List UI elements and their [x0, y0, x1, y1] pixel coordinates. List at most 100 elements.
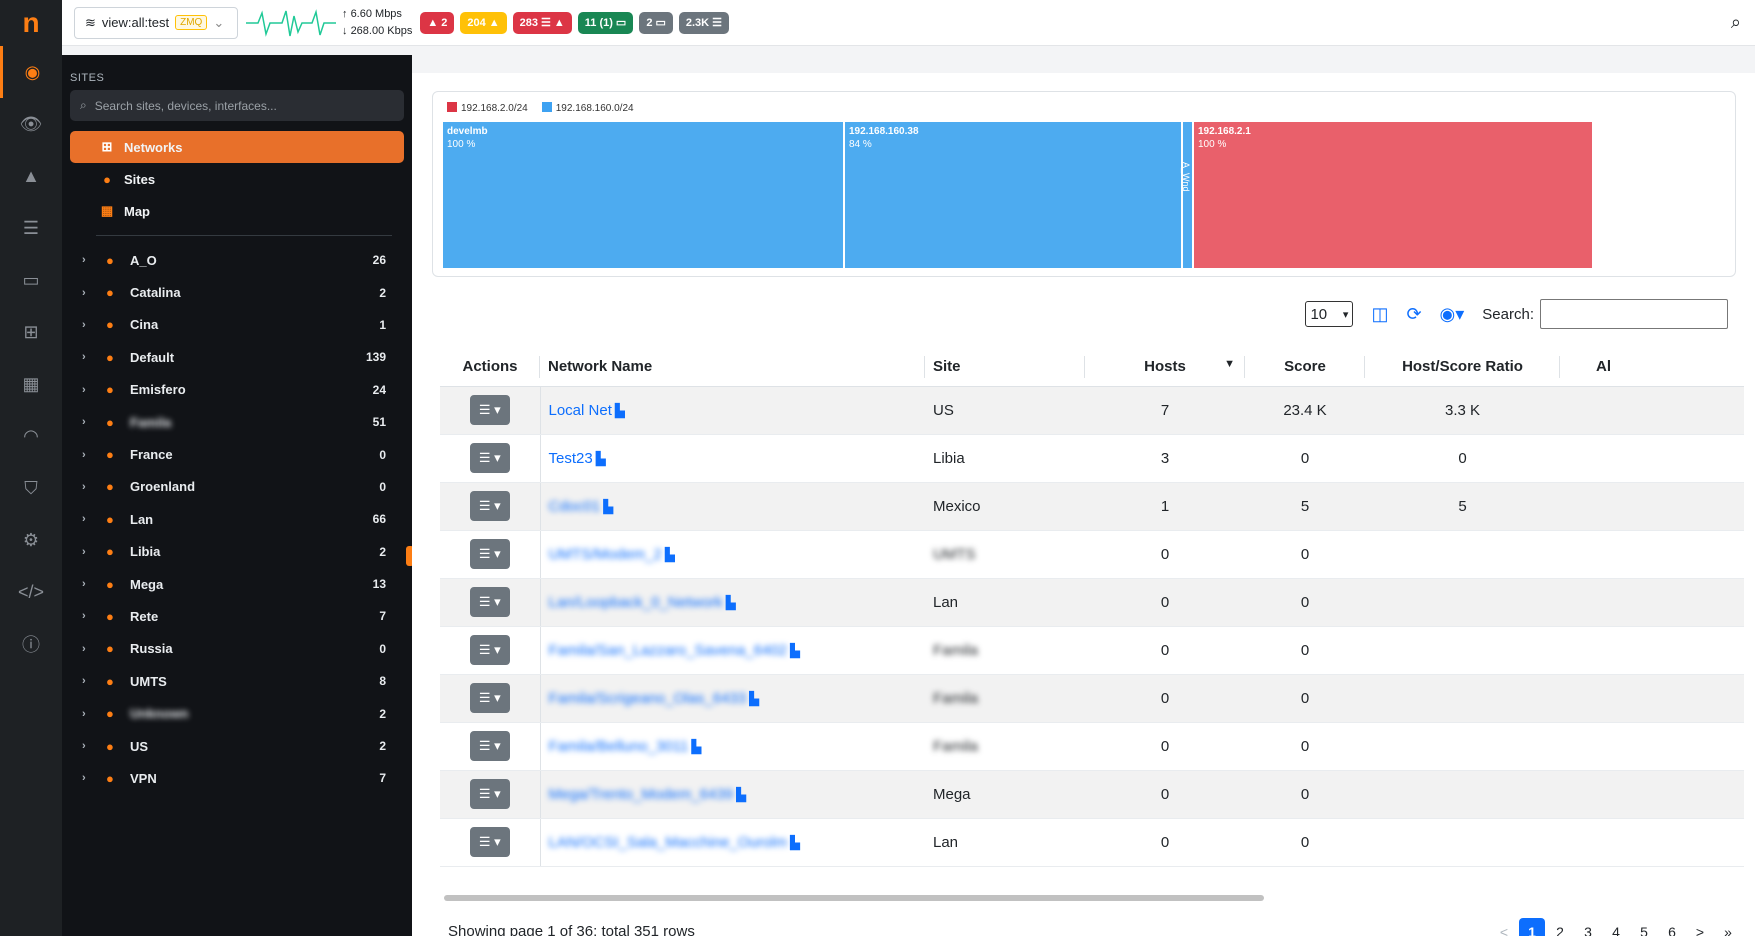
search-icon[interactable]: ⌕ [1731, 12, 1741, 33]
column-header-network-name[interactable]: Network Name [540, 348, 925, 387]
actions-dropdown-button[interactable]: ☰ ▾ [469, 731, 510, 761]
prev-page-button[interactable]: < [1491, 918, 1517, 936]
network-link[interactable]: LAN/OCSI_Sala_Macchine_Ourolm [549, 834, 787, 851]
chart-area-icon[interactable]: ▙ [596, 451, 606, 466]
network-link[interactable]: Test23 [549, 450, 593, 467]
actions-dropdown-button[interactable]: ☰ ▾ [469, 587, 510, 617]
column-header-actions[interactable]: Actions [440, 348, 540, 387]
chart-area-icon[interactable]: ▙ [736, 787, 746, 802]
treemap-cell[interactable]: develmb 100 % [443, 122, 843, 268]
code-icon[interactable]: </> [0, 566, 62, 618]
chevron-right-icon[interactable]: › [82, 416, 96, 428]
engaged-alerts-badge[interactable]: ▲ 2 [420, 11, 455, 34]
chevron-right-icon[interactable]: › [82, 740, 96, 752]
laptop-icon[interactable]: ▭ [0, 254, 62, 306]
flow-alerts-badge[interactable]: 283 ☰ ▲ [512, 11, 572, 34]
sidebar-site-item[interactable]: › ● VPN 7 [62, 762, 412, 794]
column-header-site[interactable]: Site [925, 348, 1085, 387]
chevron-right-icon[interactable]: › [82, 351, 96, 363]
columns-icon[interactable]: ◫ [1371, 304, 1388, 325]
sidebar-site-item[interactable]: › ● Rete 7 [62, 600, 412, 632]
sidebar-site-item[interactable]: › ● Unknown 2 [62, 697, 412, 729]
warning-alerts-badge[interactable]: 204 ▲ [460, 11, 507, 34]
chevron-right-icon[interactable]: › [82, 643, 96, 655]
sidebar-item-sites[interactable]: ● Sites [70, 163, 404, 195]
alert-icon[interactable]: ▲ [0, 150, 62, 202]
chevron-right-icon[interactable]: › [82, 546, 96, 558]
page-button[interactable]: 4 [1603, 918, 1629, 936]
column-header-hosts[interactable]: Hosts ▼ [1085, 348, 1245, 387]
treemap-cell[interactable]: 192.168.2.1 100 % [1194, 122, 1592, 268]
sidebar-site-item[interactable]: › ● Emisfero 24 [62, 374, 412, 406]
page-button[interactable]: 5 [1631, 918, 1657, 936]
refresh-icon[interactable]: ⟳ [1406, 304, 1421, 325]
traffic-sparkline[interactable] [246, 8, 336, 38]
shield-icon[interactable]: ⛉ [0, 462, 62, 514]
map-icon[interactable]: ▦ [0, 358, 62, 410]
chevron-right-icon[interactable]: › [82, 513, 96, 525]
eye-icon[interactable]: 👁 [0, 98, 62, 150]
last-page-button[interactable]: » [1715, 918, 1741, 936]
chevron-right-icon[interactable]: › [82, 449, 96, 461]
list-icon[interactable]: ☰ [0, 202, 62, 254]
actions-dropdown-button[interactable]: ☰ ▾ [469, 635, 510, 665]
interface-selector[interactable]: ≋ view:all:test ZMQ ⌄ [74, 6, 238, 39]
chevron-right-icon[interactable]: › [82, 287, 96, 299]
column-header-alerts[interactable]: Al [1560, 348, 1744, 387]
chart-area-icon[interactable]: ▙ [615, 403, 625, 418]
chevron-right-icon[interactable]: › [82, 384, 96, 396]
page-button[interactable]: 2 [1547, 918, 1573, 936]
actions-dropdown-button[interactable]: ☰ ▾ [469, 683, 510, 713]
sidebar-site-item[interactable]: › ● UMTS 8 [62, 665, 412, 697]
chevron-right-icon[interactable]: › [82, 675, 96, 687]
devices-badge[interactable]: 2 ▭ [639, 11, 673, 34]
actions-dropdown-button[interactable]: ☰ ▾ [469, 395, 510, 425]
network-link[interactable]: Famila/Belluno_3011 [549, 738, 689, 755]
sidebar-search-input[interactable]: ⌕ Search sites, devices, interfaces... [70, 90, 404, 121]
chart-area-icon[interactable]: ▙ [790, 835, 800, 850]
sidebar-site-item[interactable]: › ● Groenland 0 [62, 471, 412, 503]
chevron-right-icon[interactable]: › [82, 481, 96, 493]
actions-dropdown-button[interactable]: ☰ ▾ [469, 827, 510, 857]
page-button[interactable]: 3 [1575, 918, 1601, 936]
chevron-right-icon[interactable]: › [82, 319, 96, 331]
actions-dropdown-button[interactable]: ☰ ▾ [469, 443, 510, 473]
chart-area-icon[interactable]: ▙ [603, 499, 613, 514]
chart-area-icon[interactable]: ▙ [665, 547, 675, 562]
page-size-select[interactable]: 10 ▾ [1305, 301, 1354, 327]
chevron-right-icon[interactable]: › [82, 708, 96, 720]
column-header-host-score-ratio[interactable]: Host/Score Ratio [1365, 348, 1560, 387]
sidebar-site-item[interactable]: › ● Catalina 2 [62, 276, 412, 308]
flows-badge[interactable]: 2.3K ☰ [678, 11, 729, 34]
active-hosts-badge[interactable]: 11 (1) ▭ [577, 11, 634, 34]
dashboard-gauge-icon[interactable]: ◠ [0, 410, 62, 462]
network-link[interactable]: Mega/Trento_Modem_6439 [549, 786, 734, 803]
horizontal-scrollbar[interactable] [444, 895, 1264, 901]
table-search-input[interactable] [1540, 299, 1728, 329]
sidebar-item-networks[interactable]: ⊞ Networks [70, 131, 404, 163]
chevron-right-icon[interactable]: › [82, 254, 96, 266]
sidebar-site-item[interactable]: › ● Lan 66 [62, 503, 412, 535]
sidebar-site-item[interactable]: › ● France 0 [62, 438, 412, 470]
treemap-cell[interactable]: 192.168.160.38 84 % [845, 122, 1181, 268]
gear-icon[interactable]: ⚙ [0, 514, 62, 566]
sidebar-site-item[interactable]: › ● US 2 [62, 730, 412, 762]
chart-area-icon[interactable]: ▙ [790, 643, 800, 658]
network-link[interactable]: Lan/Loopback_0_Network [549, 594, 723, 611]
chevron-right-icon[interactable]: › [82, 772, 96, 784]
sitemap-icon[interactable]: ⊞ [0, 306, 62, 358]
info-icon[interactable]: ⓘ [0, 618, 62, 670]
network-link[interactable]: Famila/San_Lazzaro_Savena_6402 [549, 642, 788, 659]
network-link[interactable]: UMTS/Modem_2 [549, 546, 662, 563]
page-button[interactable]: 1 [1519, 918, 1545, 936]
chevron-right-icon[interactable]: › [82, 610, 96, 622]
network-link[interactable]: Famila/Scrigeano_Olas_6433 [549, 690, 747, 707]
chart-area-icon[interactable]: ▙ [726, 595, 736, 610]
sidebar-site-item[interactable]: › ● Mega 13 [62, 568, 412, 600]
chart-area-icon[interactable]: ▙ [691, 739, 701, 754]
sidebar-site-item[interactable]: › ● Russia 0 [62, 633, 412, 665]
column-header-score[interactable]: Score [1245, 348, 1365, 387]
page-button[interactable]: 6 [1659, 918, 1685, 936]
actions-dropdown-button[interactable]: ☰ ▾ [469, 539, 510, 569]
dashboard-icon[interactable]: ◉ [0, 46, 62, 98]
